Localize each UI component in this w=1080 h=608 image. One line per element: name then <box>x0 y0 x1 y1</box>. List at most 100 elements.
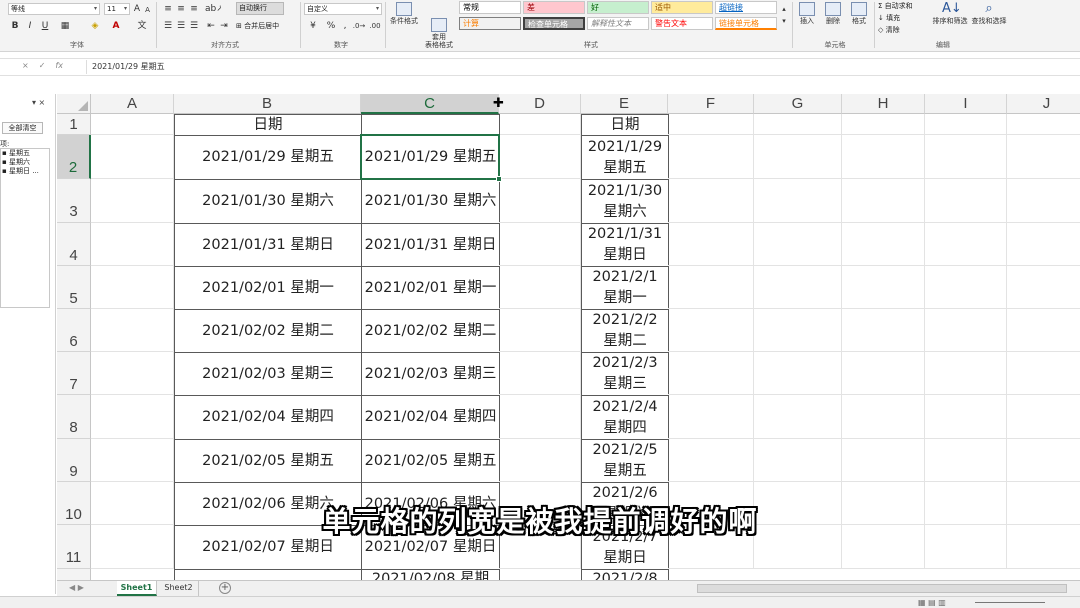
cell-j6[interactable] <box>1007 309 1080 352</box>
row-header-4[interactable]: 4 <box>57 223 91 266</box>
horizontal-scrollbar[interactable] <box>697 584 1067 593</box>
column-header-j[interactable]: J <box>1007 94 1080 114</box>
cancel-icon[interactable]: × <box>22 61 29 70</box>
row-header-7[interactable]: 7 <box>57 352 91 395</box>
pane-controls[interactable]: ▾ × <box>32 98 45 107</box>
style-linked-cell[interactable]: 链接单元格 <box>715 17 777 30</box>
cell-b7[interactable]: 2021/02/03 星期三 <box>174 352 362 396</box>
style-warning[interactable]: 警告文本 <box>651 17 713 30</box>
cell-c8[interactable]: 2021/02/04 星期四 <box>361 395 500 440</box>
cell-d1[interactable] <box>499 114 581 135</box>
cell-d3[interactable] <box>499 179 581 223</box>
cell-d4[interactable] <box>499 223 581 266</box>
align-right-icon[interactable]: ☰ <box>188 20 200 32</box>
view-mode-icons[interactable]: ▦ ▤ ▥ <box>918 598 946 607</box>
delete-button[interactable]: 删除 <box>822 2 844 25</box>
font-color-icon[interactable]: A <box>110 20 122 32</box>
column-header-e[interactable]: E <box>581 94 668 114</box>
increase-font-icon[interactable]: A <box>132 3 142 15</box>
row-header-6[interactable]: 6 <box>57 309 91 352</box>
column-header-d[interactable]: D <box>499 94 581 114</box>
clear-all-button[interactable]: 全部清空 <box>2 122 43 134</box>
cell-j5[interactable] <box>1007 266 1080 309</box>
list-item[interactable]: ▪ 星期日 ... <box>1 167 49 176</box>
clear-button[interactable]: ◇ 清除 <box>878 25 926 35</box>
cell-g9[interactable] <box>754 439 842 482</box>
row-header-5[interactable]: 5 <box>57 266 91 309</box>
format-button[interactable]: 格式 <box>848 2 870 25</box>
cell-f8[interactable] <box>668 395 754 439</box>
zoom-slider[interactable] <box>975 602 1045 603</box>
cell-g4[interactable] <box>754 223 842 266</box>
clipboard-list[interactable]: ▪ 星期五 ▪ 星期六 ▪ 星期日 ... <box>0 148 50 308</box>
phonetic-icon[interactable]: 文 <box>135 20 149 32</box>
cell-g2[interactable] <box>754 135 842 179</box>
fill-button[interactable]: ↓ 填充 <box>878 13 926 23</box>
cell-b6[interactable]: 2021/02/02 星期二 <box>174 309 362 353</box>
cell-j9[interactable] <box>1007 439 1080 482</box>
column-header-c[interactable]: C <box>361 94 499 114</box>
font-size-select[interactable]: 11 ▾ <box>104 3 130 15</box>
merge-center-button[interactable]: ⊞ 合并后居中 <box>236 21 296 31</box>
cell-b9[interactable]: 2021/02/05 星期五 <box>174 439 362 483</box>
cell-c3[interactable]: 2021/01/30 星期六 <box>361 179 500 224</box>
cell-j4[interactable] <box>1007 223 1080 266</box>
styles-scroll-down-icon[interactable]: ▾ <box>780 15 788 27</box>
cell-c9[interactable]: 2021/02/05 星期五 <box>361 439 500 483</box>
cell-b1[interactable]: 日期 <box>174 114 362 136</box>
decrease-decimal-icon[interactable]: .00 <box>368 20 382 32</box>
column-header-h[interactable]: H <box>842 94 925 114</box>
row-header-1[interactable]: 1 <box>57 114 91 135</box>
cell-i3[interactable] <box>925 179 1007 223</box>
style-calculation[interactable]: 计算 <box>459 17 521 30</box>
cell-a3[interactable] <box>91 179 174 223</box>
style-explanatory[interactable]: 解释性文本 <box>587 17 649 30</box>
cell-c4[interactable]: 2021/01/31 星期日 <box>361 223 500 267</box>
style-good[interactable]: 好 <box>587 1 649 14</box>
cell-h8[interactable] <box>842 395 925 439</box>
cell-i6[interactable] <box>925 309 1007 352</box>
cell-d9[interactable] <box>499 439 581 482</box>
cell-b5[interactable]: 2021/02/01 星期一 <box>174 266 362 310</box>
cell-a7[interactable] <box>91 352 174 395</box>
cell-e1[interactable]: 日期 <box>581 114 669 136</box>
cell-e6[interactable]: 2021/2/2 星期二 <box>581 309 669 353</box>
cell-e4[interactable]: 2021/1/31 星期日 <box>581 223 669 267</box>
align-center-icon[interactable]: ☰ <box>175 20 187 32</box>
column-header-g[interactable]: G <box>754 94 842 114</box>
number-format-select[interactable]: 自定义 ▾ <box>304 3 382 15</box>
cell-e5[interactable]: 2021/2/1 星期一 <box>581 266 669 310</box>
cell-c1[interactable] <box>361 114 500 136</box>
cell-i2[interactable] <box>925 135 1007 179</box>
cell-h6[interactable] <box>842 309 925 352</box>
font-name-select[interactable]: 等线 ▾ <box>8 3 100 15</box>
cell-b3[interactable]: 2021/01/30 星期六 <box>174 179 362 224</box>
cell-f3[interactable] <box>668 179 754 223</box>
align-middle-icon[interactable]: ≡ <box>175 3 187 15</box>
bold-button[interactable]: B <box>10 20 20 32</box>
cell-i1[interactable] <box>925 114 1007 135</box>
cell-c7[interactable]: 2021/02/03 星期三 <box>361 352 500 396</box>
style-normal[interactable]: 常规 <box>459 1 521 14</box>
cell-j8[interactable] <box>1007 395 1080 439</box>
cell-a1[interactable] <box>91 114 174 135</box>
cell-h3[interactable] <box>842 179 925 223</box>
sort-filter-button[interactable]: A↓ 排序和筛选 <box>930 2 970 26</box>
cell-f4[interactable] <box>668 223 754 266</box>
cell-h1[interactable] <box>842 114 925 135</box>
cell-a5[interactable] <box>91 266 174 309</box>
styles-scroll-up-icon[interactable]: ▴ <box>780 3 788 15</box>
cell-j3[interactable] <box>1007 179 1080 223</box>
cell-a4[interactable] <box>91 223 174 266</box>
cell-a8[interactable] <box>91 395 174 439</box>
cell-f2[interactable] <box>668 135 754 179</box>
cell-i9[interactable] <box>925 439 1007 482</box>
cell-d5[interactable] <box>499 266 581 309</box>
cell-h7[interactable] <box>842 352 925 395</box>
cell-c6[interactable]: 2021/02/02 星期二 <box>361 309 500 353</box>
row-header-3[interactable]: 3 <box>57 179 91 223</box>
row-header-12[interactable] <box>57 569 91 580</box>
cell-e3[interactable]: 2021/1/30 星期六 <box>581 179 669 224</box>
row-header-8[interactable]: 8 <box>57 395 91 439</box>
column-header-a[interactable]: A <box>91 94 174 114</box>
